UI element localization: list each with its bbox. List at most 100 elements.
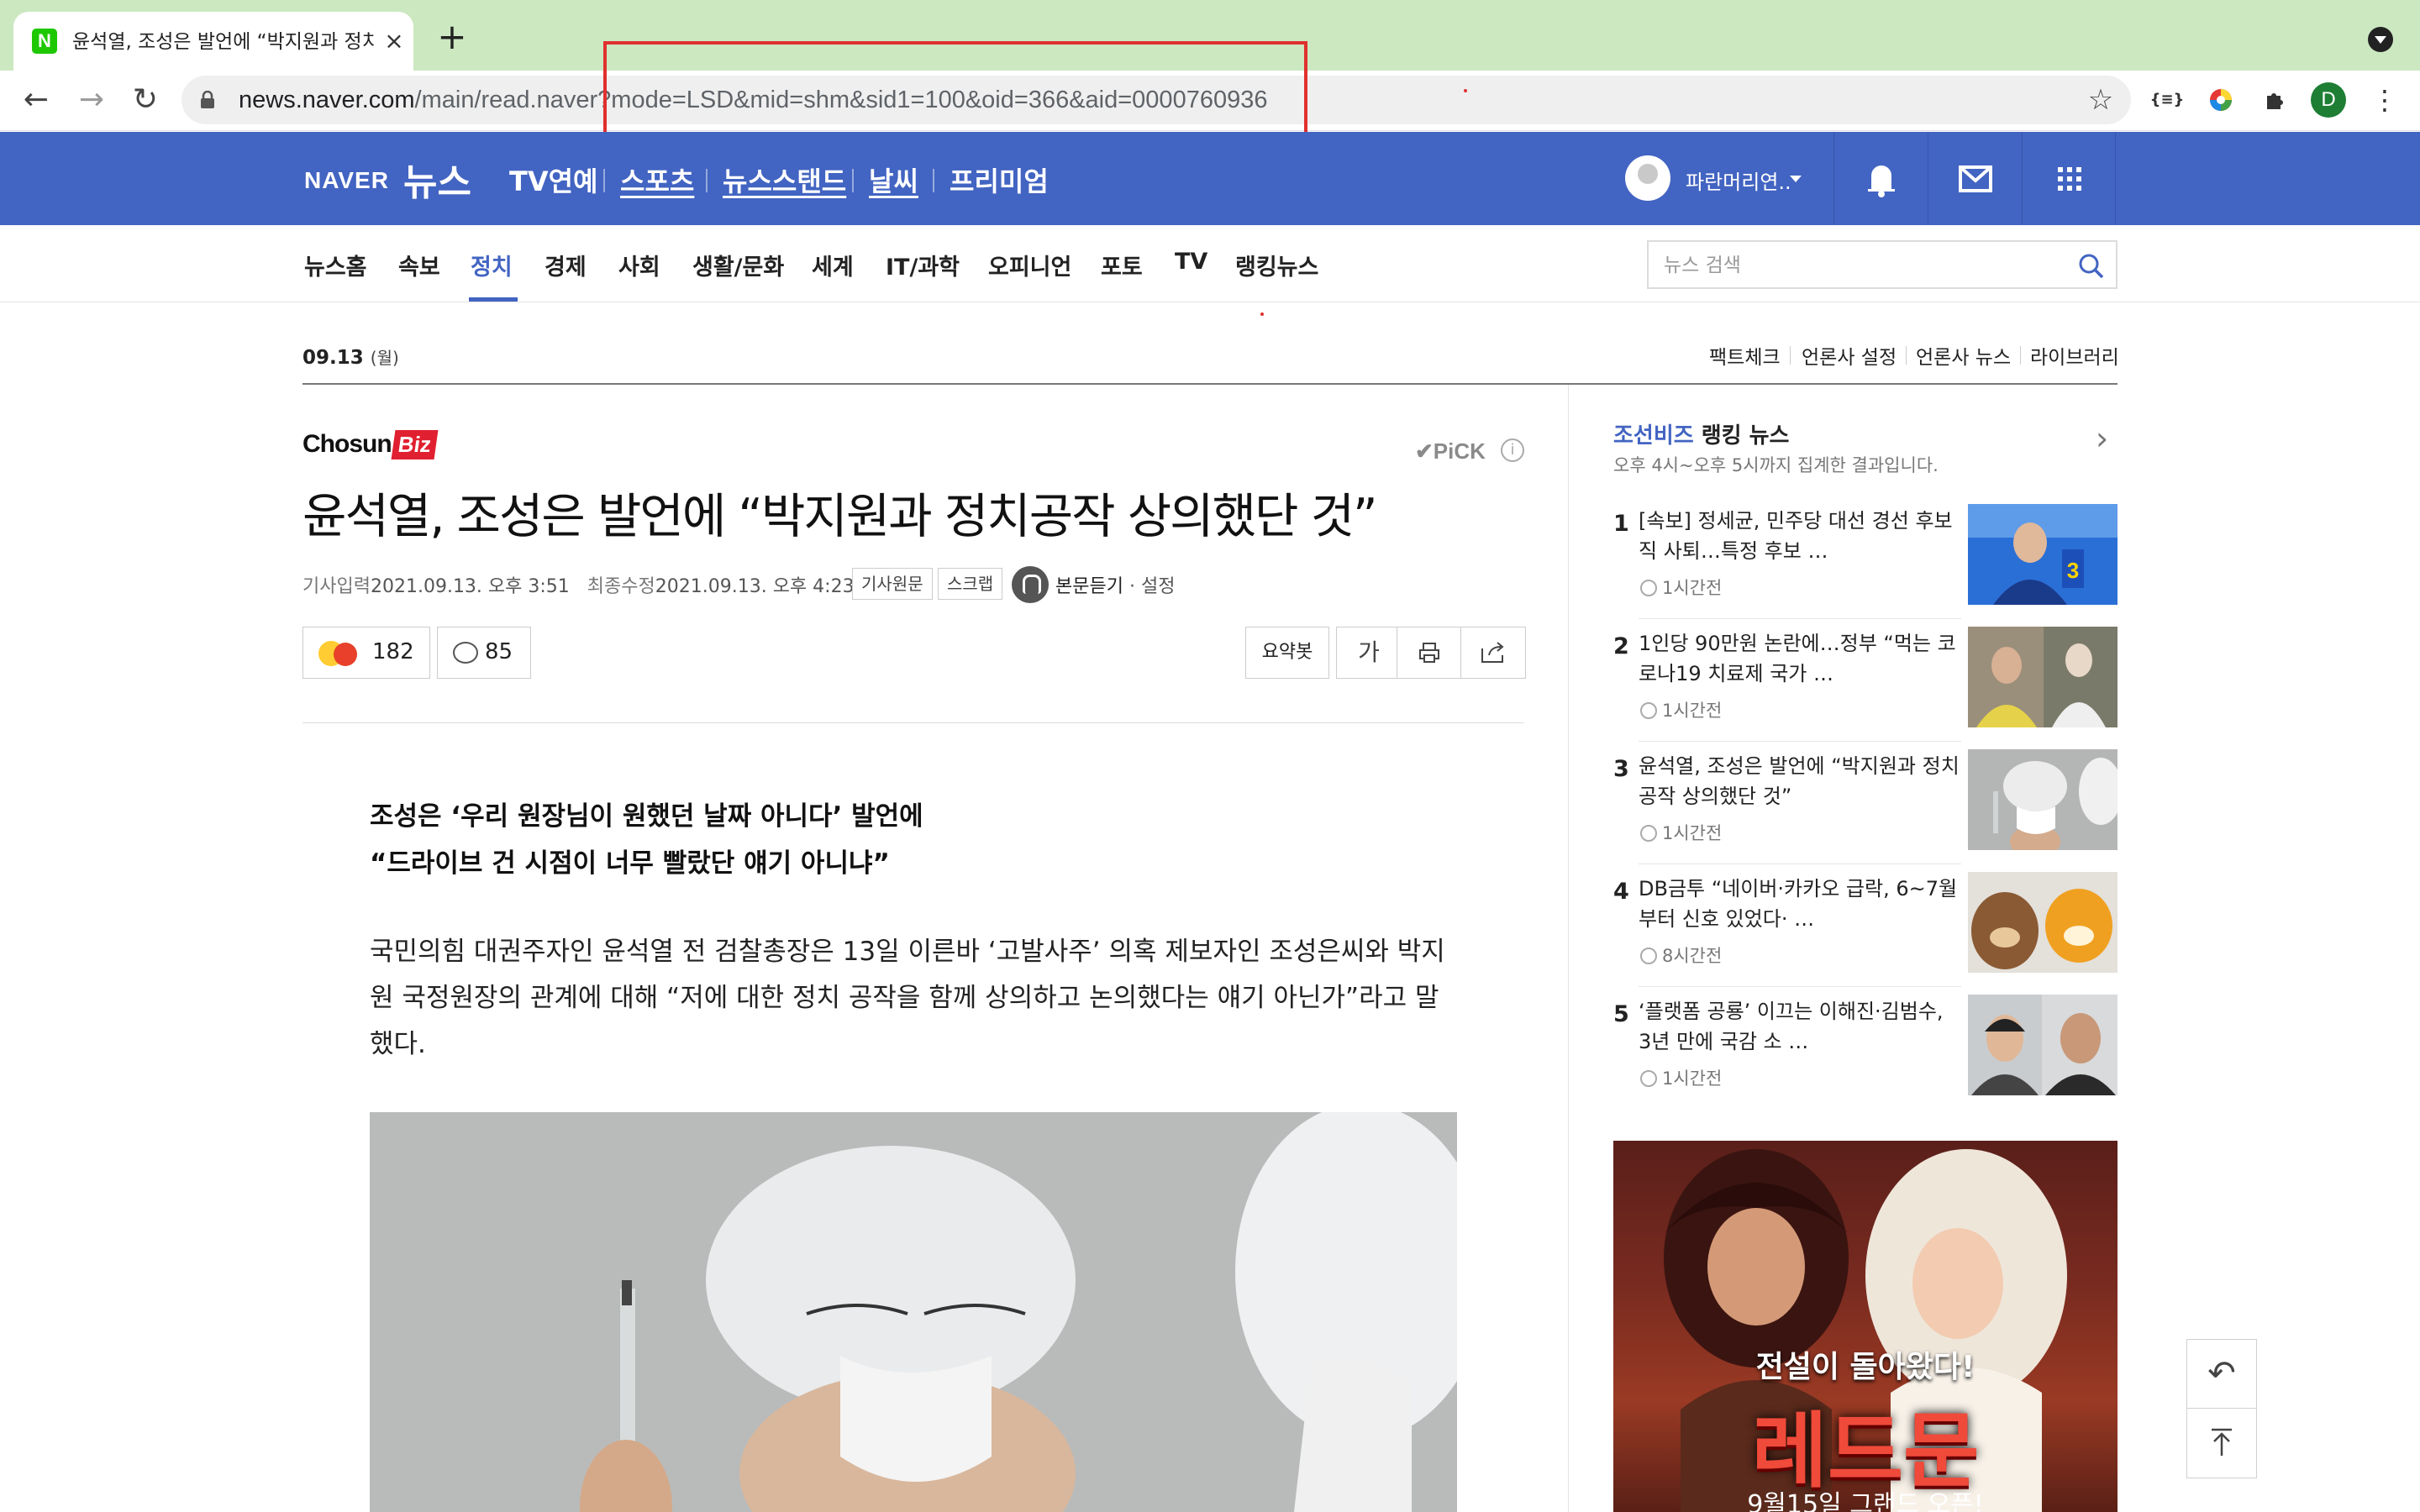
summary-bot-button[interactable]: 요약봇 — [1245, 627, 1329, 679]
search-icon[interactable] — [2077, 252, 2106, 281]
annotation-dot — [1464, 89, 1467, 92]
new-tab-button[interactable]: + — [434, 19, 471, 57]
rank-thumbnail[interactable] — [1968, 995, 2118, 1095]
news-logo[interactable]: 뉴스 — [403, 152, 471, 206]
browser-menu-icon[interactable]: ⋮ — [2371, 81, 2398, 119]
section-breaking[interactable]: 속보 — [398, 249, 440, 281]
ranking-item[interactable]: 4 DB금투 “네이버·카카오 급락, 6~7월부터 신호 있었다· … 8시간… — [1613, 872, 2118, 995]
listen-settings-link[interactable]: · 설정 — [1129, 576, 1175, 597]
bell-icon — [1868, 165, 1895, 197]
arrow-up-icon — [2212, 1428, 2232, 1456]
rank-thumbnail[interactable] — [1968, 627, 2118, 727]
rank-time-text: 1시간전 — [1662, 1068, 1723, 1089]
news-search-box[interactable] — [1647, 240, 2118, 289]
clock-icon — [1640, 580, 1657, 596]
rank-number: 2 — [1613, 633, 1629, 659]
ranking-press-name[interactable]: 조선비즈 — [1613, 423, 1694, 449]
chevron-down-icon[interactable] — [1790, 176, 1802, 182]
news-search-input[interactable] — [1664, 254, 2050, 277]
link-factcheck[interactable]: 팩트체크 — [1709, 341, 1781, 370]
apps-menu-button[interactable] — [2022, 132, 2116, 225]
article-meta: 기사입력2021.09.13. 오후 3:51 최종수정2021.09.13. … — [302, 571, 855, 600]
user-avatar[interactable] — [1625, 155, 1670, 201]
bookmark-star-icon[interactable]: ☆ — [2085, 84, 2117, 116]
header-divider — [706, 169, 708, 192]
extension-color-wheel-icon[interactable] — [2202, 81, 2240, 119]
ranking-item[interactable]: 3 윤석열, 조성은 발언에 “박지원과 정치공작 상의했단 것” 1시간전 — [1613, 749, 2118, 872]
section-ranking[interactable]: 랭킹뉴스 — [1235, 249, 1318, 281]
extensions-puzzle-icon[interactable] — [2255, 81, 2294, 119]
rank-thumbnail[interactable]: 3 — [1968, 504, 2118, 605]
section-economy[interactable]: 경제 — [544, 249, 587, 281]
ranking-title[interactable]: 조선비즈 랭킹 뉴스 — [1613, 418, 1789, 449]
chevron-right-icon[interactable]: › — [2096, 420, 2108, 457]
section-it-science[interactable]: IT/과학 — [886, 249, 960, 281]
info-icon[interactable]: i — [1501, 438, 1524, 462]
listen-audio-icon[interactable] — [1012, 566, 1049, 603]
link-press-settings[interactable]: 언론사 설정 — [1802, 341, 1897, 370]
extension-json-icon[interactable]: {≡} — [2148, 81, 2186, 119]
header-nav-newsstand[interactable]: 뉴스스탠드 — [723, 160, 846, 199]
divider — [1639, 618, 1961, 619]
original-article-button[interactable]: 기사원문 — [852, 568, 933, 600]
forward-button[interactable]: → — [71, 79, 113, 121]
notifications-button[interactable] — [1833, 132, 1928, 225]
press-logo[interactable]: Chosun Biz — [302, 430, 439, 472]
header-nav-tv[interactable]: TV연예 — [509, 160, 597, 199]
rank-thumbnail[interactable] — [1968, 872, 2118, 973]
link-library[interactable]: 라이브러리 — [2030, 341, 2119, 370]
back-button[interactable]: ← — [15, 79, 57, 121]
scroll-top-button[interactable] — [2186, 1408, 2257, 1478]
ranking-item[interactable]: 2 1인당 90만원 논란에…정부 “먹는 코로나19 치료제 국가 … 1시간… — [1613, 627, 2118, 749]
section-news-home[interactable]: 뉴스홈 — [304, 249, 367, 281]
browser-tab[interactable]: N 윤석열, 조성은 발언에 “박지원과 정치공작 × — [13, 12, 413, 71]
divider — [2020, 346, 2021, 365]
annotation-dot — [1260, 312, 1264, 316]
rank-title[interactable]: ‘플랫폼 공룡’ 이끄는 이해진·김범수, 3년 만에 국감 소 … — [1639, 996, 1961, 1057]
ranking-title-text: 랭킹 뉴스 — [1693, 423, 1790, 449]
scrap-button[interactable]: 스크랩 — [938, 568, 1003, 600]
listen-controls[interactable]: 본문듣기 · 설정 — [1055, 571, 1175, 598]
rank-title[interactable]: [속보] 정세균, 민주당 대선 경선 후보직 사퇴…특정 후보 … — [1639, 506, 1961, 566]
section-photo[interactable]: 포토 — [1101, 249, 1143, 281]
header-nav-premium[interactable]: 프리미엄 — [950, 160, 1049, 199]
comment-button[interactable]: 85 — [437, 627, 531, 679]
section-opinion[interactable]: 오피니언 — [988, 249, 1071, 281]
tab-close-icon[interactable]: × — [380, 27, 408, 55]
reload-button[interactable]: ↻ — [124, 79, 166, 121]
section-world[interactable]: 세계 — [812, 249, 854, 281]
rank-time-text: 1시간전 — [1662, 701, 1723, 721]
header-nav-sports[interactable]: 스포츠 — [620, 160, 694, 199]
user-name[interactable]: 파란머리연.. — [1686, 165, 1791, 195]
angry-emoji-icon — [334, 643, 357, 666]
section-nav: 뉴스홈 속보 정치 경제 사회 생활/문화 세계 IT/과학 오피니언 포토 T… — [0, 225, 2420, 302]
press-logo-text: Chosun — [302, 430, 392, 458]
advertisement-banner[interactable]: 전설이 돌아왔다! 레드문 9월15일 그랜드 오픈! — [1613, 1141, 2118, 1512]
rank-title[interactable]: 윤석열, 조성은 발언에 “박지원과 정치공작 상의했단 것” — [1639, 751, 1961, 811]
rank-title[interactable]: 1인당 90만원 논란에…정부 “먹는 코로나19 치료제 국가 … — [1639, 628, 1961, 689]
reaction-button[interactable]: 182 — [302, 627, 430, 679]
rank-thumbnail[interactable] — [1968, 749, 2118, 850]
rank-title[interactable]: DB금투 “네이버·카카오 급락, 6~7월부터 신호 있었다· … — [1639, 874, 1961, 934]
section-society[interactable]: 사회 — [618, 249, 660, 281]
ranking-item[interactable]: 5 ‘플랫폼 공룡’ 이끄는 이해진·김범수, 3년 만에 국감 소 … 1시간… — [1613, 995, 2118, 1117]
pick-badge: ✔PiCK — [1415, 438, 1486, 464]
section-life-culture[interactable]: 생활/문화 — [692, 249, 784, 281]
article-photo — [370, 1112, 1457, 1512]
tab-search-icon[interactable] — [2368, 27, 2393, 52]
font-size-button[interactable]: 가 — [1336, 627, 1402, 679]
header-nav-weather[interactable]: 날씨 — [869, 160, 918, 199]
print-button[interactable] — [1397, 627, 1462, 679]
rank-number: 4 — [1613, 879, 1629, 905]
listen-label[interactable]: 본문듣기 — [1055, 576, 1123, 597]
section-tv[interactable]: TV — [1175, 249, 1207, 275]
profile-avatar[interactable]: D — [2311, 82, 2346, 118]
link-press-news[interactable]: 언론사 뉴스 — [1916, 341, 2011, 370]
naver-logo[interactable]: NAVER — [304, 167, 389, 194]
undo-button[interactable]: ↶ — [2186, 1339, 2257, 1410]
ranking-item[interactable]: 1 [속보] 정세균, 민주당 대선 경선 후보직 사퇴…특정 후보 … 1시간… — [1613, 504, 2118, 627]
section-politics[interactable]: 정치 — [471, 249, 513, 281]
article-headline: 윤석열, 조성은 발언에 “박지원과 정치공작 상의했단 것” — [302, 489, 1378, 544]
share-button[interactable] — [1460, 627, 1526, 679]
mail-button[interactable] — [1928, 132, 2022, 225]
